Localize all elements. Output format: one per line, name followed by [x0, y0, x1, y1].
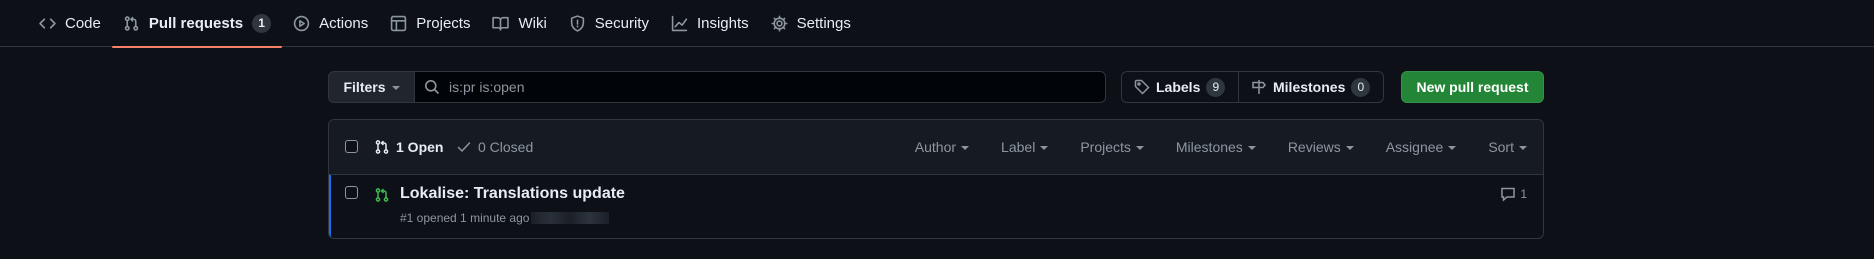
- tab-wiki-label: Wiki: [518, 14, 547, 32]
- milestones-button[interactable]: Milestones 0: [1239, 72, 1382, 102]
- tab-pull-requests[interactable]: Pull requests 1: [111, 0, 283, 48]
- pull-request-title-link[interactable]: Lokalise: Translations update: [400, 185, 625, 203]
- labels-milestones-group: Labels 9 Milestones 0: [1121, 71, 1384, 103]
- tab-projects[interactable]: Projects: [379, 0, 481, 47]
- chevron-down-icon: [1135, 146, 1144, 150]
- select-all-checkbox[interactable]: [345, 140, 358, 153]
- pull-request-list: 1 Open 0 Closed Author Label Projects Mi…: [328, 119, 1544, 239]
- git-pull-request-icon: [375, 140, 389, 154]
- list-item: Lokalise: Translations update #1 opened …: [329, 175, 1543, 238]
- row-checkbox[interactable]: [345, 186, 358, 199]
- milestones-count-badge: 0: [1351, 77, 1371, 97]
- tab-security-label: Security: [594, 14, 649, 32]
- milestones-filter[interactable]: Milestones: [1176, 139, 1256, 155]
- tab-code-label: Code: [65, 14, 101, 32]
- label-filter-label: Label: [1001, 139, 1036, 155]
- filters-button[interactable]: Filters: [328, 71, 415, 103]
- chevron-down-icon: [1247, 146, 1256, 150]
- check-icon: [457, 142, 471, 152]
- tab-actions[interactable]: Actions: [282, 0, 379, 47]
- comment-icon: [1501, 187, 1516, 202]
- search-input[interactable]: [449, 79, 1049, 95]
- play-icon: [293, 15, 310, 31]
- open-count-label: 1 Open: [396, 139, 444, 155]
- projects-filter-label: Projects: [1080, 139, 1131, 155]
- shield-icon: [570, 14, 584, 32]
- chevron-down-icon: [391, 86, 400, 90]
- comments-link[interactable]: 1: [1500, 186, 1527, 202]
- comments-count: 1: [1520, 187, 1527, 201]
- redacted-author: [531, 212, 610, 224]
- milestones-filter-label: Milestones: [1175, 139, 1243, 155]
- assignee-filter[interactable]: Assignee: [1386, 139, 1457, 155]
- tab-settings-label: Settings: [796, 14, 851, 32]
- tab-settings[interactable]: Settings: [760, 0, 862, 47]
- reviews-filter-label: Reviews: [1287, 139, 1341, 155]
- list-header: 1 Open 0 Closed Author Label Projects Mi…: [329, 120, 1543, 175]
- milestone-icon: [1252, 80, 1266, 94]
- tag-icon: [1134, 79, 1150, 95]
- tab-actions-label: Actions: [319, 14, 369, 32]
- chevron-down-icon: [1448, 146, 1457, 150]
- pull-requests-count-badge: 1: [252, 13, 272, 33]
- tab-code[interactable]: Code: [28, 0, 112, 47]
- pull-requests-toolbar: Filters Labels 9 Milestones 0 New pull r…: [328, 71, 1544, 103]
- chevron-down-icon: [961, 146, 970, 150]
- new-pull-request-button[interactable]: New pull request: [1401, 71, 1544, 103]
- filter-menus: Author Label Projects Milestones Reviews…: [883, 139, 1527, 155]
- tab-pull-requests-label: Pull requests: [148, 14, 244, 32]
- book-icon: [492, 16, 510, 31]
- label-filter[interactable]: Label: [1001, 139, 1049, 155]
- chevron-down-icon: [1519, 146, 1527, 150]
- filters-label: Filters: [343, 79, 386, 95]
- table-icon: [391, 15, 407, 31]
- closed-count-label: 0 Closed: [478, 139, 534, 155]
- search-field[interactable]: [414, 71, 1106, 103]
- tab-wiki[interactable]: Wiki: [481, 0, 557, 47]
- author-filter-label: Author: [914, 139, 957, 155]
- tab-insights[interactable]: Insights: [660, 0, 760, 47]
- labels-count-badge: 9: [1206, 77, 1226, 97]
- reviews-filter[interactable]: Reviews: [1288, 139, 1354, 155]
- open-filter-link[interactable]: 1 Open: [374, 139, 443, 155]
- milestones-label: Milestones: [1273, 79, 1346, 95]
- sort-filter[interactable]: Sort: [1488, 139, 1527, 155]
- pull-request-meta: #1 opened 1 minute ago: [400, 211, 610, 225]
- gear-icon: [771, 14, 788, 32]
- assignee-filter-label: Assignee: [1385, 139, 1444, 155]
- chevron-down-icon: [1345, 146, 1354, 150]
- tab-projects-label: Projects: [416, 14, 471, 32]
- labels-button[interactable]: Labels 9: [1122, 72, 1239, 102]
- tab-security[interactable]: Security: [558, 0, 660, 47]
- search-icon: [425, 80, 440, 95]
- labels-label: Labels: [1156, 79, 1201, 95]
- repo-navigation: Code Pull requests 1 Actions Projects Wi…: [0, 0, 1874, 48]
- git-pull-request-icon: [124, 15, 139, 31]
- graph-icon: [671, 15, 688, 31]
- sort-filter-label: Sort: [1488, 139, 1514, 155]
- tab-insights-label: Insights: [696, 14, 749, 32]
- closed-filter-link[interactable]: 0 Closed: [456, 139, 533, 155]
- chevron-down-icon: [1040, 146, 1049, 150]
- pull-request-meta-text: #1 opened 1 minute ago: [400, 211, 530, 225]
- git-pull-request-open-icon: [375, 188, 389, 202]
- projects-filter[interactable]: Projects: [1080, 139, 1144, 155]
- code-icon: [39, 17, 56, 29]
- author-filter[interactable]: Author: [914, 139, 970, 155]
